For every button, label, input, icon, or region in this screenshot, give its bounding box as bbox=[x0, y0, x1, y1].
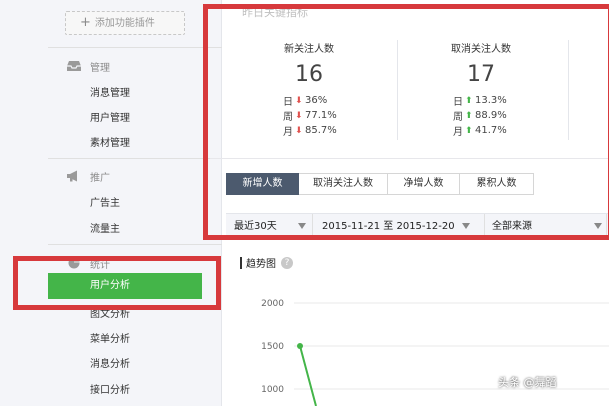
sidebar-item-advertiser[interactable]: 广告主 bbox=[90, 194, 120, 209]
sidebar-item-menu-analysis[interactable]: 菜单分析 bbox=[90, 330, 130, 345]
section-promote-header: 推广 bbox=[66, 168, 110, 184]
megaphone-icon bbox=[67, 170, 77, 182]
sidebar-item-api-analysis[interactable]: 接口分析 bbox=[90, 381, 130, 396]
add-plugin-label: 添加功能插件 bbox=[94, 18, 155, 29]
sidebar-item-message-analysis[interactable]: 消息分析 bbox=[90, 355, 130, 370]
add-plugin-button[interactable]: + 添加功能插件 bbox=[65, 11, 185, 35]
trend-header: 趋势图 ? bbox=[240, 255, 293, 270]
annotation-box-user-analysis bbox=[13, 256, 221, 310]
sidebar-item-publisher[interactable]: 流量主 bbox=[90, 220, 120, 235]
plus-icon: + bbox=[80, 15, 91, 30]
y-tick-label: 1500 bbox=[261, 342, 284, 352]
section-promote-title: 推广 bbox=[90, 172, 110, 184]
inbox-icon bbox=[67, 61, 81, 71]
section-manage-title: 管理 bbox=[90, 62, 110, 74]
trend-title: 趋势图 bbox=[246, 259, 276, 270]
title-bar bbox=[240, 256, 242, 269]
divider bbox=[48, 244, 222, 245]
help-icon[interactable]: ? bbox=[281, 256, 293, 269]
series-line bbox=[299, 345, 317, 406]
data-point bbox=[297, 343, 303, 349]
divider bbox=[48, 158, 222, 159]
sidebar-item-message-manage[interactable]: 消息管理 bbox=[90, 84, 130, 99]
watermark: 头条 @舞蹈 bbox=[498, 376, 557, 389]
y-tick-label: 1000 bbox=[261, 385, 284, 395]
section-manage-header: 管理 bbox=[66, 58, 110, 74]
divider bbox=[48, 47, 222, 48]
sidebar: + 添加功能插件 管理 消息管理 用户管理 素材管理 推广 广告主 流量主 统计 … bbox=[0, 0, 222, 406]
sidebar-item-material-manage[interactable]: 素材管理 bbox=[90, 134, 130, 149]
sidebar-item-user-manage[interactable]: 用户管理 bbox=[90, 109, 130, 124]
y-tick-label: 2000 bbox=[261, 299, 284, 309]
annotation-box-metrics bbox=[203, 4, 609, 240]
